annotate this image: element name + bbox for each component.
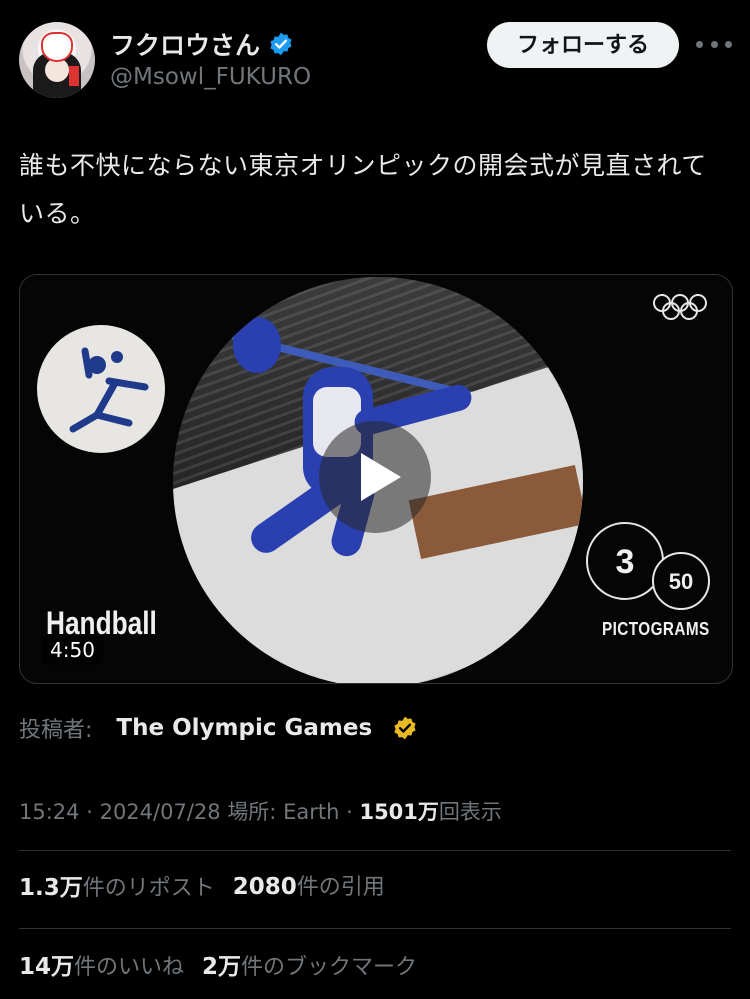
- counter-current: 3: [616, 543, 635, 581]
- performer-head: [233, 317, 281, 373]
- tweet-header: フクロウさん @Msowl_FUKURO フォローする: [0, 0, 750, 110]
- bookmarks-label: 件のブックマーク: [241, 955, 418, 980]
- tweet-text: 誰も不快にならない東京オリンピックの開会式が見直されている。: [19, 151, 707, 228]
- engagement-row-2: 14万件のいいね 2万件のブックマーク: [19, 944, 435, 984]
- tweet-time[interactable]: 15:24: [19, 800, 80, 824]
- play-button[interactable]: [319, 421, 431, 533]
- bookmarks-count: 2万: [202, 954, 242, 980]
- likes-label: 件のいいね: [74, 955, 185, 980]
- pictograms-label: PICTOGRAMS: [602, 619, 710, 639]
- author-name[interactable]: フクロウさん: [110, 26, 260, 62]
- separator: ·: [346, 800, 360, 824]
- reposts-count: 1.3万: [19, 875, 83, 901]
- likes-stat[interactable]: 14万件のいいね: [19, 947, 184, 981]
- reposts-stat[interactable]: 1.3万件のリポスト: [19, 868, 215, 902]
- tweet-date[interactable]: 2024/07/28: [100, 800, 221, 824]
- location-label: 場所:: [227, 800, 277, 824]
- quotes-count: 2080: [232, 874, 297, 900]
- reposts-label: 件のリポスト: [82, 876, 215, 901]
- avatar-ribbon: [69, 66, 79, 86]
- dot: [725, 40, 732, 48]
- quotes-stat[interactable]: 2080件の引用: [233, 869, 385, 901]
- source-attribution: 投稿者: The Olympic Games: [19, 708, 418, 748]
- quotes-label: 件の引用: [296, 875, 385, 900]
- pictogram-counter: 3 50: [586, 522, 710, 610]
- tweet-meta: 15:24 · 2024/07/28 場所: Earth · 1501万回表示: [19, 796, 502, 830]
- gold-verified-badge-icon: [394, 716, 416, 740]
- author-name-row: フクロウさん: [110, 26, 294, 62]
- follow-button[interactable]: フォローする: [487, 22, 679, 68]
- dot: [710, 40, 718, 48]
- views-suffix: 回表示: [438, 800, 502, 824]
- counter-total: 50: [669, 569, 693, 594]
- more-options-icon[interactable]: [696, 32, 732, 56]
- likes-count: 14万: [19, 954, 75, 980]
- divider: [19, 928, 731, 929]
- video-player[interactable]: 3 50 PICTOGRAMS Handball 4:50: [19, 274, 733, 684]
- video-duration: 4:50: [42, 635, 103, 665]
- verified-badge-icon: [270, 32, 292, 56]
- views-count: 1501万: [359, 800, 439, 824]
- separator: ·: [86, 800, 100, 824]
- dot: [696, 40, 703, 48]
- source-label: 投稿者:: [19, 718, 93, 743]
- avatar[interactable]: [19, 22, 95, 98]
- avatar-fox-mask: [41, 32, 73, 62]
- location-value[interactable]: Earth: [283, 800, 339, 824]
- engagement-row-1: 1.3万件のリポスト 2080件の引用: [19, 865, 403, 905]
- divider: [19, 850, 731, 851]
- handball-pictogram-icon: [37, 325, 165, 453]
- source-account-link[interactable]: The Olympic Games: [116, 715, 372, 741]
- olympic-rings-icon: [653, 294, 707, 320]
- author-handle[interactable]: @Msowl_FUKURO: [110, 64, 311, 90]
- play-icon: [361, 453, 401, 501]
- bookmarks-stat[interactable]: 2万件のブックマーク: [202, 947, 417, 981]
